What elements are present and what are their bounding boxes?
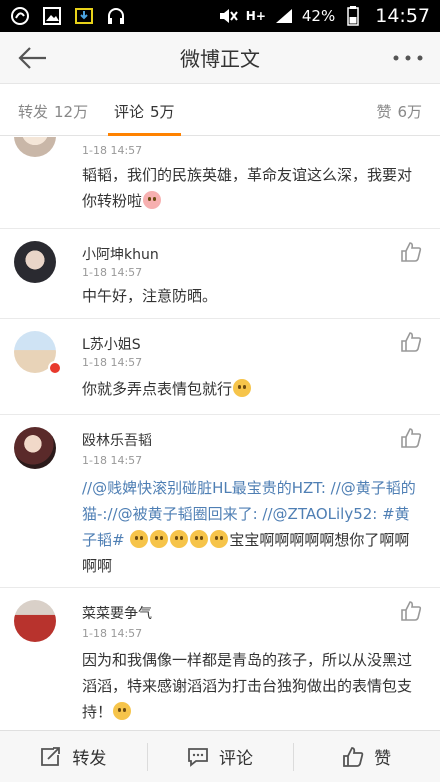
tab-repost-count: 12万: [54, 103, 89, 121]
tab-like[interactable]: 赞 6万: [376, 92, 422, 136]
sad-emoji-icon: [190, 530, 209, 548]
laughing-emoji-icon: [233, 379, 252, 397]
like-label: 赞: [374, 749, 392, 769]
tab-comment[interactable]: 评论 5万: [108, 92, 181, 136]
comment-text-content: 你就多弄点表情包就行: [82, 380, 233, 398]
comment-username[interactable]: 小阿坤khun: [82, 244, 159, 264]
repost-label: 转发: [72, 749, 107, 769]
comment-text: 你就多弄点表情包就行: [82, 376, 422, 402]
gallery-icon: [42, 6, 62, 26]
sad-emoji-icon: [130, 530, 149, 548]
comment-time: 1-18 14:57: [82, 356, 143, 369]
comment-text: 因为和我偶像一样都是青岛的孩子，所以从没黑过滔滔，特来感谢滔滔为打击台独狗做出的…: [82, 647, 422, 725]
comment-segment: : //: [320, 479, 341, 497]
thumbs-up-icon[interactable]: [400, 241, 422, 263]
comment-username[interactable]: 殴林乐吾韬: [82, 430, 152, 450]
more-options-button[interactable]: [390, 46, 426, 70]
comment-time: 1-18 14:57: [82, 627, 143, 640]
back-button[interactable]: [14, 42, 50, 74]
comment-button[interactable]: 评论: [146, 731, 294, 782]
avatar[interactable]: [14, 241, 56, 283]
network-type: H+: [245, 9, 266, 23]
comment-item: 菜菜要争气 1-18 14:57 因为和我偶像一样都是青岛的孩子，所以从没黑过滔…: [0, 588, 440, 729]
comment-text: 韬韬，我们的民族英雄，革命友谊这么深，我要对你转粉啦: [82, 162, 422, 214]
status-bar: H+ 42% 14:57: [0, 0, 440, 32]
comment-text: //@贱婢快滚别碰脏HL最宝贵的HZT: //@黄子韬的猫-://@被黄子韬圈回…: [82, 475, 422, 579]
avatar[interactable]: [14, 600, 56, 642]
comment-label: 评论: [219, 749, 253, 769]
comment-segment: -://: [97, 505, 118, 523]
laughing-emoji-icon: [113, 702, 132, 720]
action-bar: 转发 评论 赞: [0, 730, 440, 782]
thumbs-up-icon: [343, 746, 364, 767]
comment-item: 殴林乐吾韬 1-18 14:57 //@贱婢快滚别碰脏HL最宝贵的HZT: //…: [0, 415, 440, 588]
headphones-icon: [106, 6, 126, 26]
tab-repost[interactable]: 转发 12万: [18, 92, 88, 136]
comment-time: 1-18 14:57: [82, 454, 143, 467]
weibo-notification-icon: [10, 6, 30, 26]
page-title: 微博正文: [180, 47, 260, 71]
tab-bar: 转发 12万 评论 5万 赞 6万: [0, 92, 440, 136]
comment-item: 小阿坤khun 1-18 14:57 中午好，注意防晒。: [0, 229, 440, 319]
comment-segment: : //: [252, 505, 273, 523]
tab-comment-label: 评论: [114, 103, 145, 121]
download-icon: [74, 6, 94, 26]
thumbs-up-icon[interactable]: [400, 427, 422, 449]
comment-text-content: 因为和我偶像一样都是青岛的孩子，所以从没黑过滔滔，特来感谢滔滔为打击台独狗做出的…: [82, 651, 413, 721]
comment-time: 1-18 14:57: [82, 266, 143, 279]
repost-button[interactable]: 转发: [0, 731, 147, 782]
comment-time: 1-18 14:57: [82, 144, 143, 157]
repost-icon: [41, 746, 61, 766]
clock: 14:57: [375, 5, 430, 27]
mention-link[interactable]: @贱婢快滚别碰脏HL最宝贵的HZT: [92, 479, 321, 497]
comment-item: L苏小姐S 1-18 14:57 你就多弄点表情包就行: [0, 319, 440, 415]
verified-badge-icon: [48, 361, 62, 375]
sad-emoji-icon: [210, 530, 229, 548]
comment-text-content: 韬韬，我们的民族英雄，革命友谊这么深，我要对你转粉啦: [82, 166, 413, 210]
battery-percent: 42%: [301, 7, 336, 25]
tab-comment-count: 5万: [150, 103, 175, 121]
mention-link[interactable]: @被黄子韬圈回来了: [118, 505, 253, 523]
sad-emoji-icon: [150, 530, 169, 548]
sad-emoji-icon: [170, 530, 189, 548]
mute-icon: [218, 6, 238, 26]
title-bar: 微博正文: [0, 32, 440, 84]
avatar[interactable]: [14, 427, 56, 469]
comment-username[interactable]: 菜菜要争气: [82, 603, 152, 623]
comment-segment: //: [82, 479, 93, 497]
signal-icon: [274, 6, 294, 26]
comment-text: 中午好，注意防晒。: [82, 287, 218, 305]
comment-list[interactable]: 1-18 14:57 韬韬，我们的民族英雄，革命友谊这么深，我要对你转粉啦 小阿…: [0, 137, 440, 729]
comment-item: 1-18 14:57 韬韬，我们的民族英雄，革命友谊这么深，我要对你转粉啦: [0, 137, 440, 229]
thumbs-up-icon[interactable]: [400, 600, 422, 622]
blush-emoji-icon: [143, 191, 162, 209]
tab-like-count: 6万: [397, 103, 422, 121]
like-button[interactable]: 赞: [293, 731, 440, 782]
mention-link[interactable]: @ZTAOLily52: [273, 505, 373, 523]
more-dots-icon: [393, 55, 423, 61]
battery-icon: [343, 6, 363, 26]
thumbs-up-icon[interactable]: [400, 331, 422, 353]
tab-repost-label: 转发: [18, 103, 49, 121]
comment-username[interactable]: L苏小姐S: [82, 334, 141, 354]
avatar[interactable]: [14, 137, 56, 157]
comment-icon: [188, 747, 208, 767]
comment-segment: :: [372, 505, 383, 523]
tab-like-label: 赞: [376, 103, 392, 121]
back-arrow-icon: [18, 47, 46, 69]
